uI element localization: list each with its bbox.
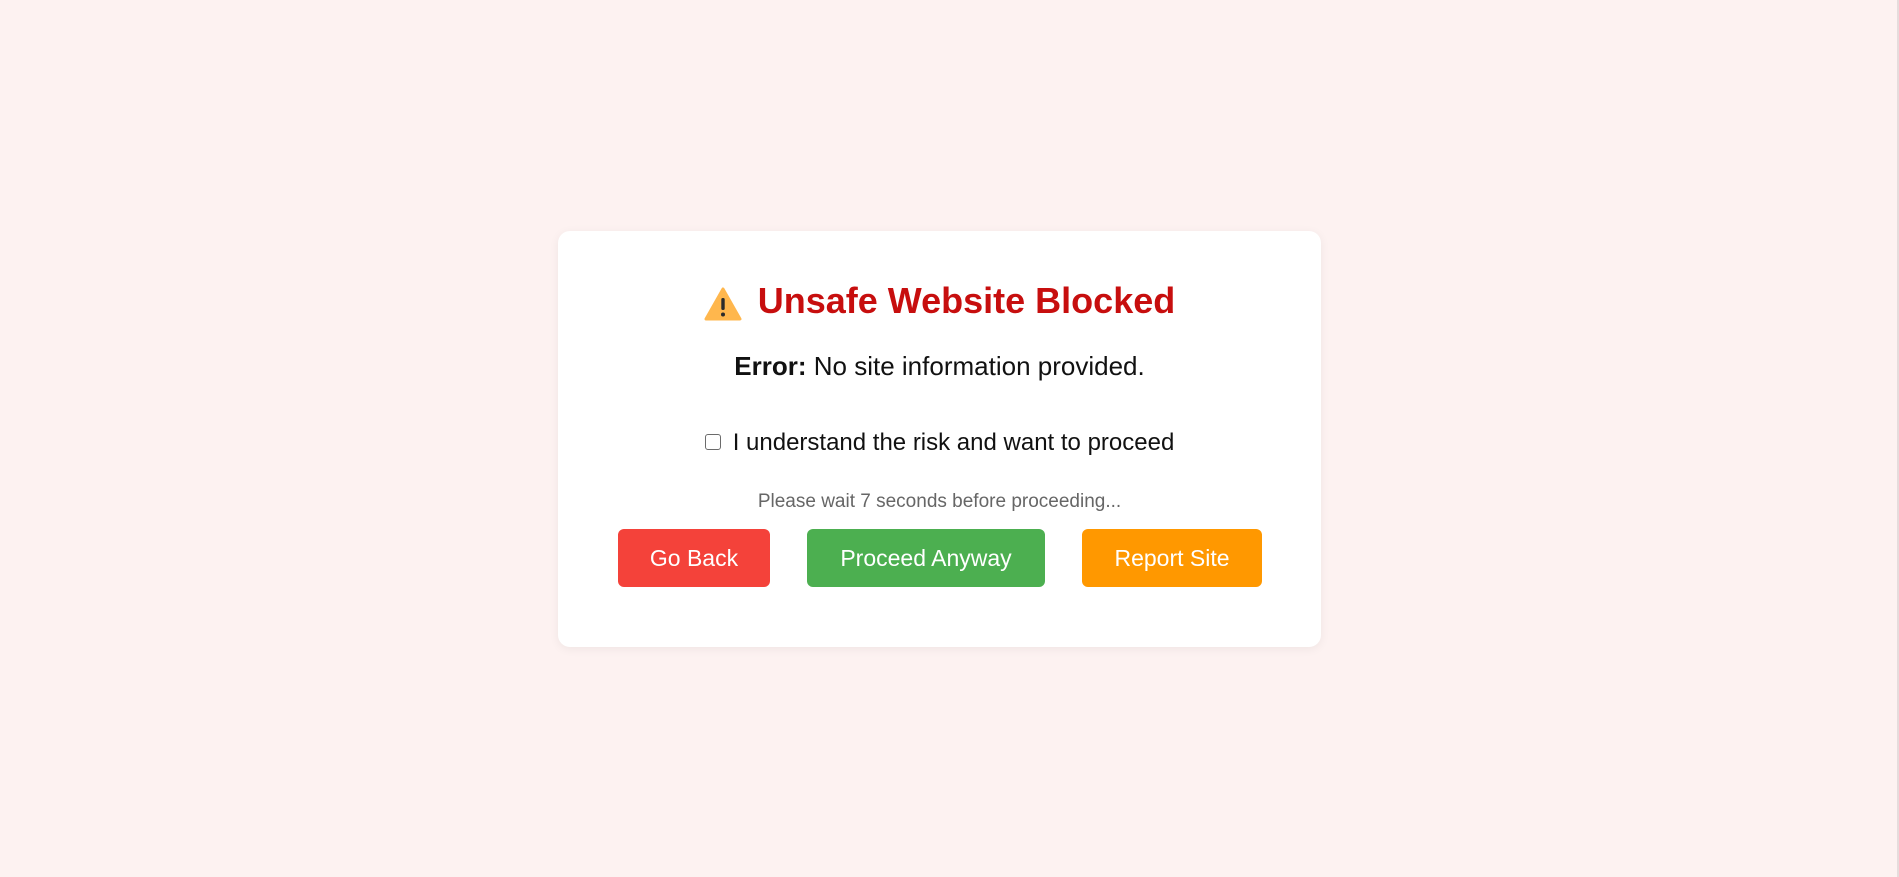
dialog-header: Unsafe Website Blocked <box>558 281 1321 321</box>
error-label: Error: <box>734 351 807 381</box>
page-title: Unsafe Website Blocked <box>757 280 1176 321</box>
warning-icon <box>704 287 742 321</box>
consent-label[interactable]: I understand the risk and want to procee… <box>733 431 1175 455</box>
warning-dialog: Unsafe Website Blocked Error: No site in… <box>558 231 1321 647</box>
consent-row: I understand the risk and want to procee… <box>558 431 1321 455</box>
consent-checkbox[interactable] <box>704 433 721 450</box>
report-site-button[interactable]: Report Site <box>1082 529 1262 587</box>
go-back-button[interactable]: Go Back <box>618 529 770 587</box>
error-message: Error: No site information provided. <box>558 353 1321 379</box>
proceed-anyway-button[interactable]: Proceed Anyway <box>807 529 1045 587</box>
error-text: No site information provided. <box>813 351 1145 381</box>
wait-countdown-text: Please wait 7 seconds before proceeding.… <box>757 491 1122 512</box>
